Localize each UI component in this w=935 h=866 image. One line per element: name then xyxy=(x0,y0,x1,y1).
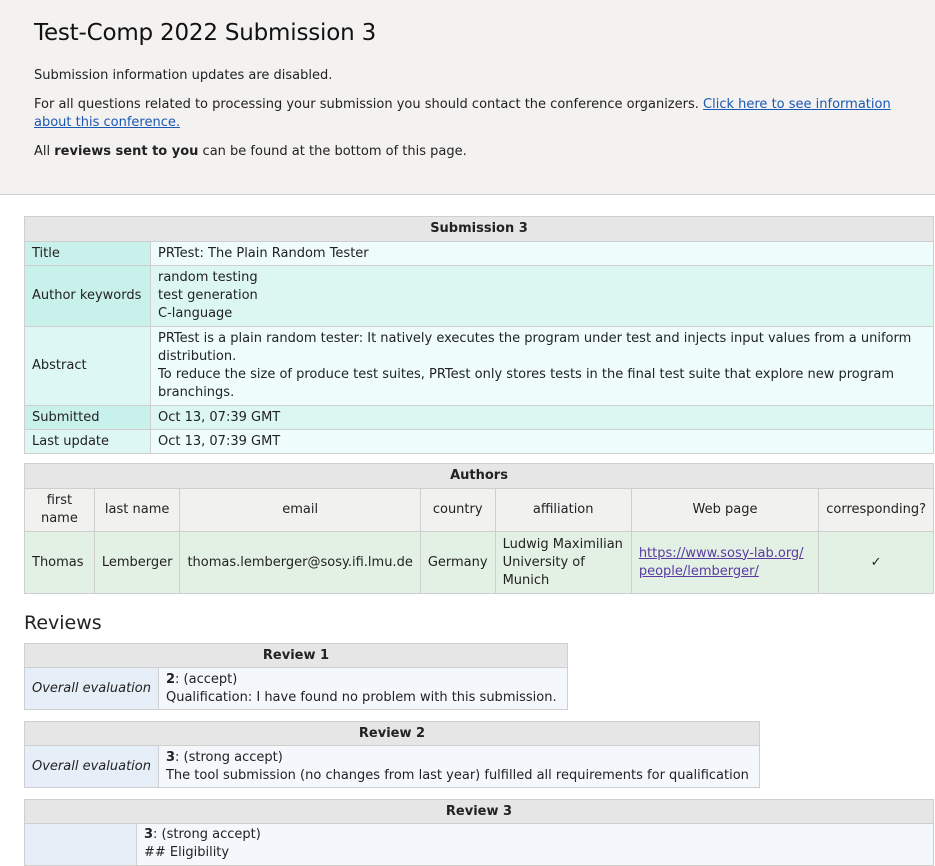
submitted-value: Oct 13, 07:39 GMT xyxy=(150,405,934,430)
updates-disabled-notice: Submission information updates are disab… xyxy=(34,68,333,83)
reviews-notice-suffix: can be found at the bottom of this page. xyxy=(202,144,467,159)
abstract-value: PRTest is a plain random tester: It nati… xyxy=(150,326,934,406)
review-title: Review 2 xyxy=(24,721,760,746)
author-first-name: Thomas xyxy=(24,531,95,594)
evaluation-score: 2 xyxy=(165,671,176,687)
review-1: Review 1 Overall evaluation 2: (accept) … xyxy=(24,643,569,710)
contact-text: For all questions related to processing … xyxy=(34,97,699,112)
review-2: Review 2 Overall evaluation 3: (strong a… xyxy=(24,721,761,788)
overall-evaluation-label: Overall evaluation xyxy=(24,667,159,710)
page-title: Test-Comp 2022 Submission 3 xyxy=(34,20,377,46)
evaluation-verdict: : (strong accept) xyxy=(175,749,283,765)
author-affiliation: Ludwig Maximilian University of Munich xyxy=(494,531,632,594)
column-header: affiliation xyxy=(494,488,632,532)
keyword-item: random testing xyxy=(158,270,258,285)
submitted-label: Submitted xyxy=(24,405,151,430)
reviews-notice-bold: reviews sent to you xyxy=(54,144,199,159)
title-value: PRTest: The Plain Random Tester xyxy=(150,241,934,266)
column-header: corresponding? xyxy=(818,488,934,532)
overall-evaluation-value: 3: (strong accept) The tool submission (… xyxy=(157,745,761,788)
review-title: Review 3 xyxy=(24,799,934,824)
authors-heading: Authors xyxy=(24,463,934,489)
evaluation-comment: Qualification: I have found no problem w… xyxy=(165,689,557,705)
evaluation-verdict: : (strong accept) xyxy=(153,827,261,842)
reviews-heading: Reviews xyxy=(24,612,102,634)
author-web-page: https://www.sosy-lab.org/people/lemberge… xyxy=(630,531,820,594)
reviews-notice: All reviews sent to you can be found at … xyxy=(34,143,901,161)
abstract-paragraph: PRTest is a plain random tester: It nati… xyxy=(158,331,912,364)
overall-evaluation-value: 3: (strong accept) ## Eligibility xyxy=(136,823,934,866)
column-header: email xyxy=(179,488,421,532)
column-header: country xyxy=(419,488,496,532)
evaluation-score-line: 3: (strong accept) xyxy=(166,749,752,767)
evaluation-score-line: 2: (accept) xyxy=(166,671,560,689)
evaluation-score-line: 3: (strong accept) xyxy=(144,826,926,844)
author-last-name: Lemberger xyxy=(93,531,181,594)
corresponding-check-icon: ✓ xyxy=(818,531,934,594)
evaluation-comment: The tool submission (no changes from las… xyxy=(165,767,749,783)
submission-heading: Submission 3 xyxy=(24,216,934,242)
evaluation-score: 3 xyxy=(144,827,154,842)
submission-table: Submission 3 Title PRTest: The Plain Ran… xyxy=(24,216,934,454)
evaluation-score: 3 xyxy=(165,749,176,765)
authors-table: Authors first name last name email count… xyxy=(24,463,934,594)
review-3: Review 3 3: (strong accept) ## Eligibili… xyxy=(24,799,934,866)
abstract-label: Abstract xyxy=(24,326,151,406)
evaluation-verdict: : (accept) xyxy=(175,671,238,687)
table-row: Thomas Lemberger thomas.lemberger@sosy.i… xyxy=(24,531,934,594)
author-country: Germany xyxy=(419,531,496,594)
overall-evaluation-value: 2: (accept) Qualification: I have found … xyxy=(157,667,569,710)
keyword-item: test generation xyxy=(158,288,258,303)
title-label: Title xyxy=(24,241,151,266)
contact-notice: For all questions related to processing … xyxy=(34,96,901,132)
evaluation-comment: ## Eligibility xyxy=(144,845,230,860)
keywords-value: random testing test generation C-languag… xyxy=(150,265,934,327)
reviews-notice-prefix: All xyxy=(34,144,51,159)
keyword-item: C-language xyxy=(158,306,233,321)
column-header: first name xyxy=(24,488,95,532)
main-content: Submission 3 Title PRTest: The Plain Ran… xyxy=(24,216,934,866)
last-update-label: Last update xyxy=(24,429,151,454)
author-email: thomas.lemberger@sosy.ifi.lmu.de xyxy=(179,531,421,594)
overall-evaluation-label: Overall evaluation xyxy=(24,745,159,788)
column-header: Web page xyxy=(630,488,820,532)
page-header: Test-Comp 2022 Submission 3 Submission i… xyxy=(0,0,935,195)
keywords-label: Author keywords xyxy=(24,265,151,327)
column-header: last name xyxy=(93,488,181,532)
author-web-page-link[interactable]: https://www.sosy-lab.org/people/lemberge… xyxy=(639,546,804,579)
last-update-value: Oct 13, 07:39 GMT xyxy=(150,429,934,454)
abstract-paragraph: To reduce the size of produce test suite… xyxy=(158,367,894,400)
review-title: Review 1 xyxy=(24,643,568,668)
overall-evaluation-label xyxy=(24,823,137,866)
